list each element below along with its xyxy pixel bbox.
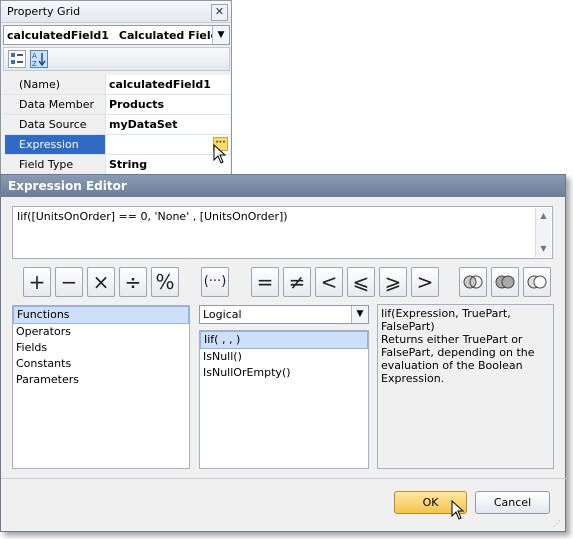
category-item-constants[interactable]: Constants	[13, 356, 189, 372]
property-grid-title: Property Grid	[7, 5, 81, 18]
vertical-scrollbar[interactable]: ▲ ▼	[535, 208, 551, 257]
scroll-up-icon[interactable]: ▲	[536, 208, 551, 224]
category-list[interactable]: Functions Operators Fields Constants Par…	[12, 305, 190, 469]
description-text: Iif(Expression, TruePart, FalsePart) Ret…	[381, 307, 535, 385]
property-row-field-type[interactable]: Field Type String	[5, 155, 230, 175]
sort-az-icon: A Z	[32, 52, 46, 68]
plus-button[interactable]: +	[23, 267, 51, 297]
expression-text: Iif([UnitsOnOrder] == 0, 'None' , [Units…	[17, 210, 288, 223]
function-item-iif[interactable]: Iif( , , )	[200, 331, 368, 349]
property-key: Expression	[5, 135, 105, 154]
object-name: calculatedField1	[7, 28, 109, 42]
or-icon	[495, 275, 515, 289]
property-grid-toolbar: A Z	[3, 47, 230, 71]
scroll-down-icon[interactable]: ▼	[536, 241, 551, 257]
property-row-data-source[interactable]: Data Source myDataSet	[5, 115, 230, 135]
not-equals-button[interactable]: ≠	[283, 267, 311, 297]
divide-button[interactable]: ÷	[119, 267, 147, 297]
mouse-cursor-icon	[213, 144, 227, 164]
resize-grip-icon[interactable]: ⋰	[553, 519, 563, 529]
dialog-title: Expression Editor	[1, 175, 565, 197]
modulo-button[interactable]: %	[151, 267, 179, 297]
property-row-data-member[interactable]: Data Member Products	[5, 95, 230, 115]
function-group-select[interactable]: Logical ▼	[199, 305, 369, 324]
category-item-fields[interactable]: Fields	[13, 340, 189, 356]
svg-text:A: A	[32, 52, 37, 60]
expression-editor-dialog: Expression Editor Iif([UnitsOnOrder] == …	[0, 174, 567, 532]
equals-button[interactable]: =	[251, 267, 279, 297]
not-icon	[527, 275, 547, 289]
property-row-name[interactable]: (Name) calculatedField1	[5, 75, 230, 95]
object-selector[interactable]: calculatedField1 Calculated Field ▼	[3, 25, 230, 45]
property-key: (Name)	[5, 75, 105, 94]
property-key: Data Member	[5, 95, 105, 114]
divider	[1, 478, 567, 479]
function-item-isnull[interactable]: IsNull()	[200, 349, 368, 365]
less-or-equal-button[interactable]: ⩽	[347, 267, 375, 297]
cancel-button[interactable]: Cancel	[475, 491, 550, 514]
logical-or-button[interactable]	[491, 267, 519, 297]
mouse-cursor-icon	[451, 500, 465, 520]
property-value[interactable]: ···	[105, 135, 230, 154]
property-key: Data Source	[5, 115, 105, 134]
property-value[interactable]: myDataSet	[105, 115, 230, 134]
categorized-view-button[interactable]	[8, 50, 26, 68]
function-group-value: Logical	[203, 308, 242, 321]
minus-button[interactable]: −	[55, 267, 83, 297]
function-description: Iif(Expression, TruePart, FalsePart) Ret…	[377, 304, 554, 469]
function-item-isnullorempty[interactable]: IsNullOrEmpty()	[200, 365, 368, 381]
close-icon[interactable]: ✕	[211, 4, 228, 21]
chevron-down-icon[interactable]: ▼	[351, 306, 368, 323]
property-key: Field Type	[5, 155, 105, 174]
category-item-functions[interactable]: Functions	[13, 306, 189, 324]
logical-and-button[interactable]	[459, 267, 487, 297]
alphabetical-sort-button[interactable]: A Z	[30, 50, 48, 68]
chevron-down-icon[interactable]: ▼	[212, 26, 229, 44]
property-grid-panel: Property Grid ✕ calculatedField1 Calcula…	[0, 0, 232, 176]
object-type: Calculated Field	[118, 28, 219, 42]
and-icon	[463, 275, 483, 289]
property-grid-titlebar: Property Grid ✕	[1, 1, 231, 23]
property-value[interactable]: calculatedField1	[105, 75, 230, 94]
greater-or-equal-button[interactable]: ⩾	[379, 267, 407, 297]
property-value[interactable]: String	[105, 155, 230, 174]
multiply-button[interactable]: ×	[87, 267, 115, 297]
categorized-icon	[11, 53, 23, 64]
category-item-operators[interactable]: Operators	[13, 324, 189, 340]
svg-text:Z: Z	[32, 60, 37, 67]
parentheses-button[interactable]: (···)	[201, 267, 229, 297]
category-item-parameters[interactable]: Parameters	[13, 372, 189, 388]
function-list[interactable]: Iif( , , ) IsNull() IsNullOrEmpty()	[199, 330, 369, 469]
logical-not-button[interactable]	[523, 267, 551, 297]
less-than-button[interactable]: <	[315, 267, 343, 297]
greater-than-button[interactable]: >	[411, 267, 439, 297]
property-row-expression[interactable]: Expression ···	[5, 135, 230, 155]
property-rows: (Name) calculatedField1 Data Member Prod…	[5, 75, 230, 175]
property-value[interactable]: Products	[105, 95, 230, 114]
expression-textbox[interactable]: Iif([UnitsOnOrder] == 0, 'None' , [Units…	[12, 206, 553, 259]
